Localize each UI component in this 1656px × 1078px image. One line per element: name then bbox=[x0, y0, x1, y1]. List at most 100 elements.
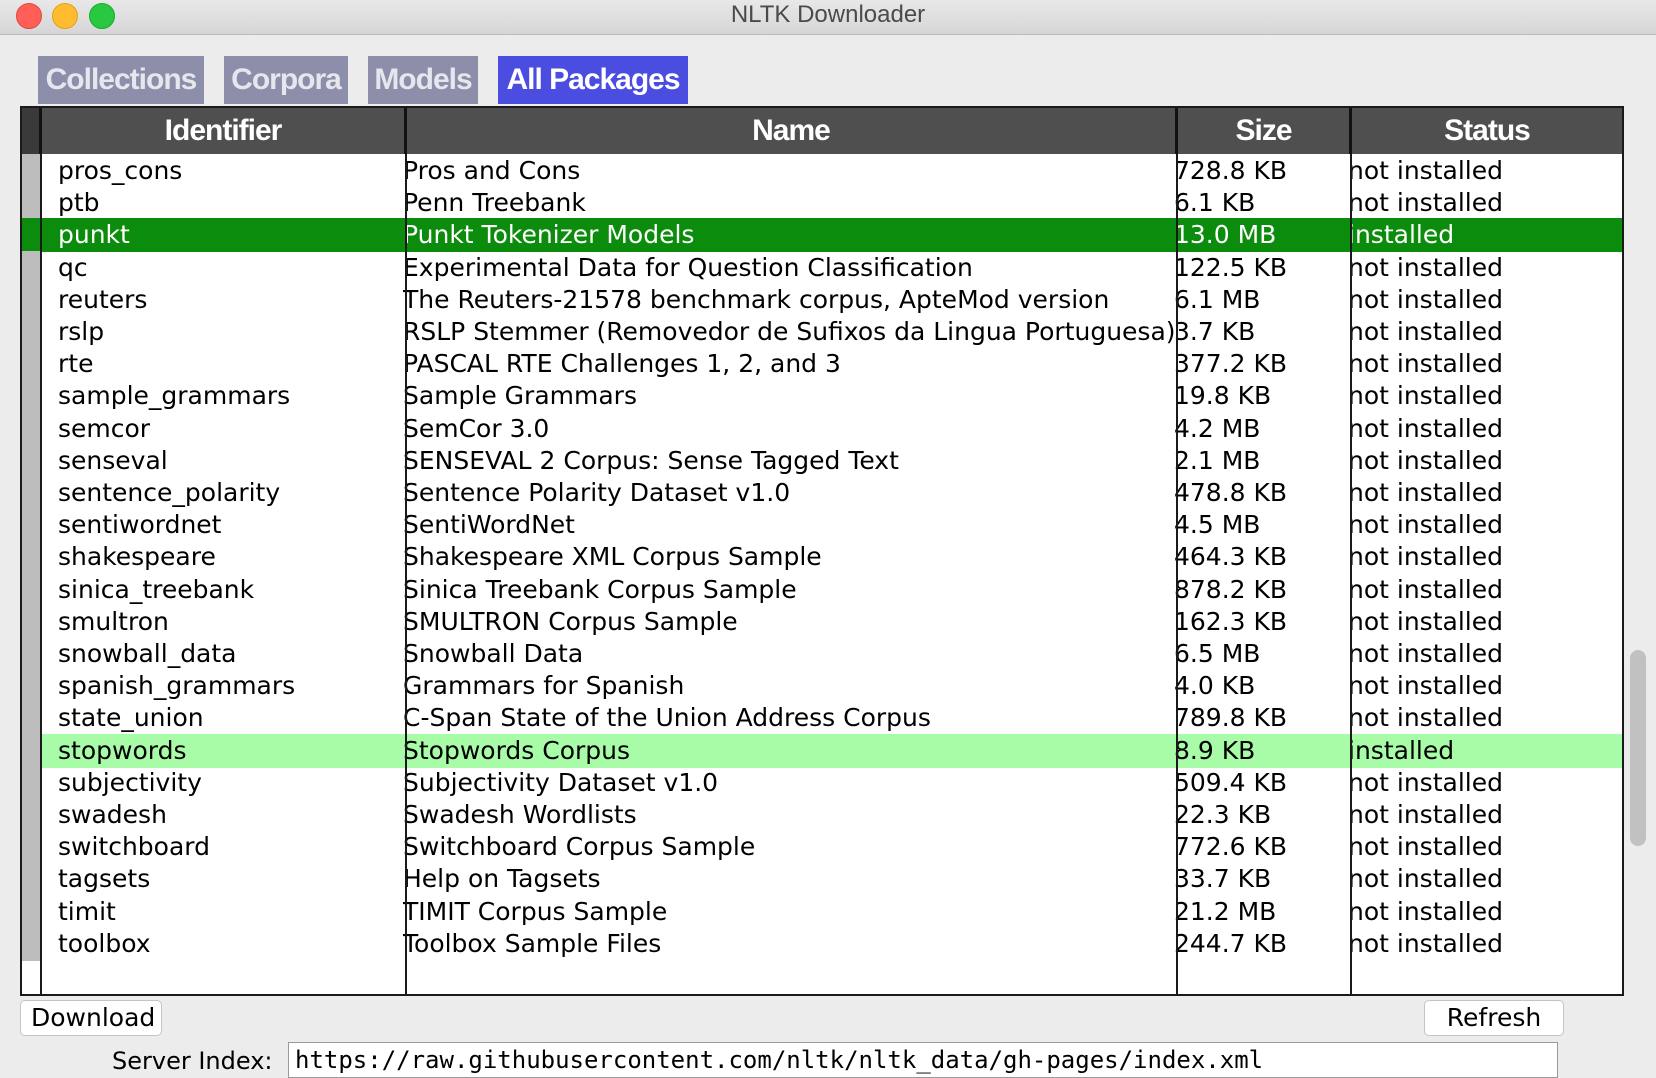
cell-name: Experimental Data for Question Classific… bbox=[403, 252, 973, 282]
cell-name: SentiWordNet bbox=[403, 510, 575, 540]
tab-corpora[interactable]: Corpora bbox=[224, 56, 348, 104]
packages-table: Identifier Name Size Status pros_cons Pro… bbox=[20, 106, 1624, 996]
cell-status: not installed bbox=[1348, 510, 1503, 540]
cell-status: installed bbox=[1348, 735, 1455, 765]
table-row[interactable]: stopwords Stopwords Corpus 8.9 KB installed bbox=[22, 733, 1622, 768]
cell-identifier: semcor bbox=[58, 413, 151, 443]
cell-name: Pros and Cons bbox=[403, 156, 581, 185]
table-body: pros_cons Pros and Cons 728.8 KB not instal… bbox=[22, 154, 1622, 994]
table-row[interactable]: swadesh Swadesh Wordlists 22.3 KB not insta… bbox=[22, 798, 1622, 832]
table-row[interactable]: reuters The Reuters-21578 benchmark corpu… bbox=[22, 282, 1622, 317]
cell-status: not installed bbox=[1348, 928, 1503, 958]
cell-identifier: pros_cons bbox=[58, 156, 183, 185]
table-row[interactable]: pros_cons Pros and Cons 728.8 KB not instal… bbox=[22, 154, 1622, 188]
table-row[interactable]: spanish_grammars Grammars for Spanish 4.0 … bbox=[22, 669, 1622, 704]
row-gutter bbox=[22, 186, 42, 221]
scrollbar-thumb[interactable] bbox=[1630, 650, 1646, 846]
table-row[interactable]: subjectivity Subjectivity Dataset v1.0 509… bbox=[22, 765, 1622, 800]
refresh-button[interactable]: Refresh bbox=[1424, 1000, 1564, 1036]
table-row[interactable]: ptb Penn Treebank 6.1 KB not installed bbox=[22, 186, 1622, 221]
cell-identifier: sinica_treebank bbox=[58, 574, 255, 604]
cell-name: Switchboard Corpus Sample bbox=[403, 832, 756, 862]
cell-name: Help on Tagsets bbox=[403, 864, 601, 894]
cell-name: The Reuters-21578 benchmark corpus, Apte… bbox=[403, 284, 1110, 314]
column-divider bbox=[40, 154, 42, 994]
cell-size: 2.1 MB bbox=[1174, 445, 1261, 475]
row-gutter bbox=[22, 604, 42, 639]
cell-identifier: spanish_grammars bbox=[58, 671, 296, 701]
cell-name: Punkt Tokenizer Models bbox=[403, 220, 695, 250]
cell-name: Sinica Treebank Corpus Sample bbox=[403, 574, 797, 604]
table-row[interactable]: switchboard Switchboard Corpus Sample 772.… bbox=[22, 830, 1622, 865]
table-row[interactable]: toolbox Toolbox Sample Files 244.7 KB not i… bbox=[22, 926, 1622, 961]
row-gutter bbox=[22, 540, 42, 575]
server-index-input[interactable]: https://raw.githubusercontent.com/nltk/n… bbox=[288, 1042, 1558, 1078]
table-row[interactable]: rslp RSLP Stemmer (Removedor de Sufixos d… bbox=[22, 315, 1622, 349]
cell-size: 13.0 MB bbox=[1174, 220, 1277, 250]
row-gutter bbox=[22, 411, 42, 446]
cell-size: 878.2 KB bbox=[1174, 574, 1288, 604]
table-row[interactable]: qc Experimental Data for Question Classif… bbox=[22, 250, 1622, 285]
cell-identifier: toolbox bbox=[58, 928, 151, 958]
cell-identifier: stopwords bbox=[58, 735, 187, 765]
download-button[interactable]: Download bbox=[20, 1000, 162, 1036]
cell-status: not installed bbox=[1348, 832, 1503, 862]
cell-name: RSLP Stemmer (Removedor de Sufixos da Li… bbox=[403, 317, 1176, 346]
cell-status: not installed bbox=[1348, 606, 1503, 636]
cell-name: SENSEVAL 2 Corpus: Sense Tagged Text bbox=[403, 445, 899, 475]
cell-identifier: shakespeare bbox=[58, 542, 216, 572]
cell-size: 464.3 KB bbox=[1174, 542, 1288, 572]
cell-status: not installed bbox=[1348, 413, 1503, 443]
cell-size: 8.9 KB bbox=[1174, 735, 1256, 765]
row-gutter bbox=[22, 637, 42, 671]
row-gutter bbox=[22, 443, 42, 478]
cell-size: 6.5 MB bbox=[1174, 639, 1261, 668]
cell-identifier: sample_grammars bbox=[58, 381, 291, 411]
cell-size: 33.7 KB bbox=[1174, 864, 1272, 894]
tab-all-packages[interactable]: All Packages bbox=[498, 56, 688, 104]
cell-identifier: senseval bbox=[58, 445, 168, 475]
table-row[interactable]: snowball_data Snowball Data 6.5 MB not inst… bbox=[22, 637, 1622, 671]
cell-size: 772.6 KB bbox=[1174, 832, 1288, 862]
tab-models[interactable]: Models bbox=[368, 56, 478, 104]
cell-size: 21.2 MB bbox=[1174, 896, 1277, 926]
table-row[interactable]: timit TIMIT Corpus Sample 21.2 MB not insta… bbox=[22, 894, 1622, 929]
cell-status: not installed bbox=[1348, 317, 1503, 346]
row-gutter bbox=[22, 282, 42, 317]
table-row[interactable]: sample_grammars Sample Grammars 19.8 KB not… bbox=[22, 379, 1622, 414]
cell-status: not installed bbox=[1348, 381, 1503, 411]
column-header-name[interactable]: Name bbox=[407, 108, 1178, 154]
table-row[interactable]: tagsets Help on Tagsets 33.7 KB not install… bbox=[22, 862, 1622, 897]
column-header-identifier[interactable]: Identifier bbox=[42, 108, 407, 154]
table-row[interactable]: sentiwordnet SentiWordNet 4.5 MB not instal… bbox=[22, 508, 1622, 543]
tab-collections[interactable]: Collections bbox=[38, 56, 204, 104]
cell-name: Sample Grammars bbox=[403, 381, 637, 411]
title-bar: NLTK Downloader bbox=[0, 0, 1656, 35]
server-index-label: Server Index: bbox=[112, 1047, 273, 1075]
column-header-size[interactable]: Size bbox=[1178, 108, 1352, 154]
cell-status: not installed bbox=[1348, 671, 1503, 701]
table-row[interactable]: shakespeare Shakespeare XML Corpus Sample… bbox=[22, 540, 1622, 575]
cell-name: Stopwords Corpus bbox=[403, 735, 631, 765]
table-row[interactable]: rte PASCAL RTE Challenges 1, 2, and 3 377.… bbox=[22, 347, 1622, 382]
table-row[interactable]: punkt Punkt Tokenizer Models 13.0 MB instal… bbox=[22, 218, 1622, 253]
row-gutter bbox=[22, 476, 42, 510]
cell-status: not installed bbox=[1348, 156, 1503, 185]
cell-name: Toolbox Sample Files bbox=[403, 928, 662, 958]
table-row[interactable]: smultron SMULTRON Corpus Sample 162.3 KB no… bbox=[22, 604, 1622, 639]
row-gutter bbox=[22, 572, 42, 607]
table-row[interactable]: sinica_treebank Sinica Treebank Corpus Sa… bbox=[22, 572, 1622, 607]
cell-name: Penn Treebank bbox=[403, 188, 586, 218]
cell-size: 4.0 KB bbox=[1174, 671, 1256, 701]
cell-size: 509.4 KB bbox=[1174, 767, 1288, 797]
column-header-status[interactable]: Status bbox=[1352, 108, 1622, 154]
row-gutter bbox=[22, 701, 42, 736]
table-row[interactable]: senseval SENSEVAL 2 Corpus: Sense Tagged … bbox=[22, 443, 1622, 478]
vertical-scrollbar[interactable] bbox=[1628, 106, 1652, 996]
cell-name: SemCor 3.0 bbox=[403, 413, 550, 443]
table-header: Identifier Name Size Status bbox=[22, 108, 1622, 154]
table-row[interactable]: state_union C-Span State of the Union Add… bbox=[22, 701, 1622, 736]
column-divider bbox=[1176, 154, 1178, 994]
table-row[interactable]: sentence_polarity Sentence Polarity Datas… bbox=[22, 476, 1622, 510]
table-row[interactable]: semcor SemCor 3.0 4.2 MB not installed bbox=[22, 411, 1622, 446]
